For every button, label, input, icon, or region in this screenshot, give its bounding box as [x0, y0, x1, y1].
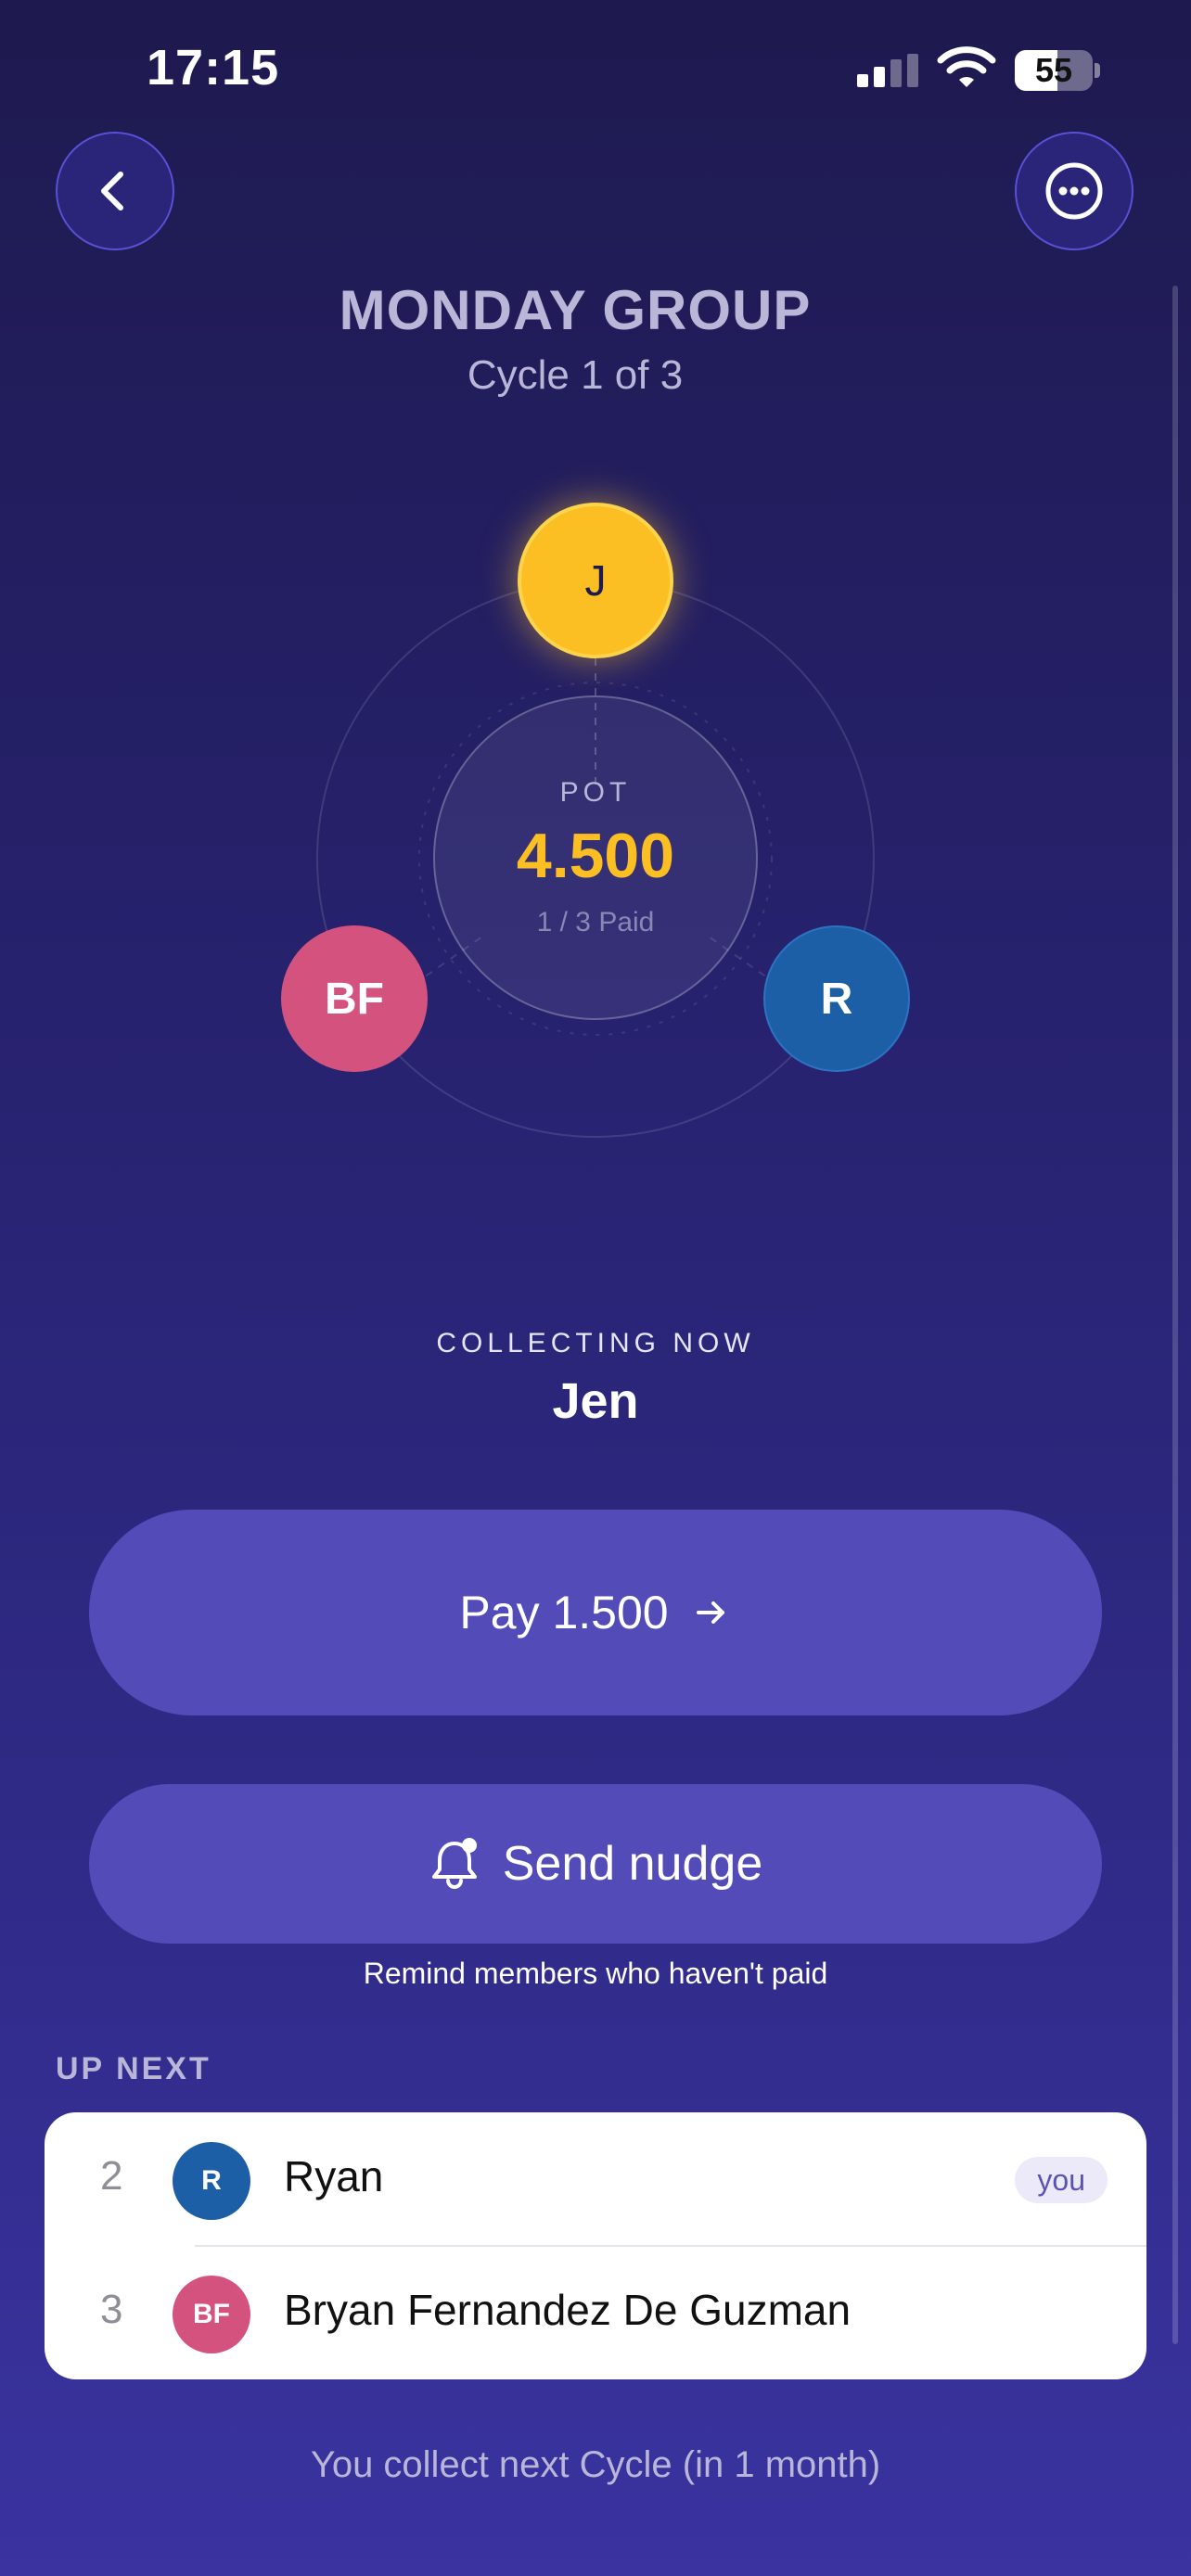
pot-amount: 4.500	[516, 821, 675, 891]
pot-label: POT	[559, 777, 632, 808]
chevron-left-icon	[101, 172, 123, 210]
avatar-collector[interactable]: J	[518, 503, 673, 658]
more-options-button[interactable]	[1015, 132, 1133, 250]
queue-number: 3	[100, 2287, 123, 2332]
up-next-label: UP NEXT	[56, 2051, 211, 2086]
next-cycle-info: You collect next Cycle (in 1 month)	[310, 2444, 881, 2485]
send-nudge-button[interactable]: Send nudge	[89, 1784, 1102, 1944]
you-badge: you	[1015, 2157, 1108, 2203]
wifi-icon	[937, 46, 996, 87]
list-item[interactable]: 2 R Ryan you	[45, 2112, 1146, 2247]
pay-button-label: Pay 1.500	[459, 1587, 669, 1639]
pot-paid-count: 1 / 3 Paid	[536, 907, 655, 937]
battery-percent: 55	[1034, 51, 1073, 89]
battery-nub	[1095, 63, 1100, 78]
nudge-helper-text: Remind members who haven't paid	[363, 1957, 828, 1990]
avatar-member[interactable]: R	[763, 925, 910, 1072]
queue-number: 2	[100, 2153, 123, 2199]
arrow-right-icon	[696, 1601, 724, 1624]
more-horizontal-icon	[1045, 162, 1103, 220]
pay-button[interactable]: Pay 1.500	[89, 1510, 1102, 1715]
collecting-label: COLLECTING NOW	[436, 1328, 755, 1358]
cycle-indicator: Cycle 1 of 3	[467, 352, 684, 398]
cellular-signal-icon	[857, 54, 918, 87]
scrollbar[interactable]	[1172, 286, 1178, 2344]
battery-indicator: 55	[1015, 50, 1093, 91]
list-item[interactable]: 3 BF Bryan Fernandez De Guzman	[45, 2246, 1146, 2379]
avatar: R	[173, 2142, 250, 2220]
up-next-list: 2 R Ryan you 3 BF Bryan Fernandez De Guz…	[45, 2112, 1146, 2379]
send-nudge-label: Send nudge	[502, 1837, 763, 1891]
avatar-member[interactable]: BF	[281, 925, 428, 1072]
member-name: Bryan Fernandez De Guzman	[284, 2286, 852, 2334]
bell-icon	[431, 1838, 477, 1889]
collector-name: Jen	[552, 1373, 639, 1429]
avatar: BF	[173, 2276, 250, 2353]
group-title: MONDAY GROUP	[339, 279, 812, 341]
back-button[interactable]	[56, 132, 174, 250]
status-time: 17:15	[147, 40, 280, 96]
member-name: Ryan	[284, 2152, 384, 2200]
